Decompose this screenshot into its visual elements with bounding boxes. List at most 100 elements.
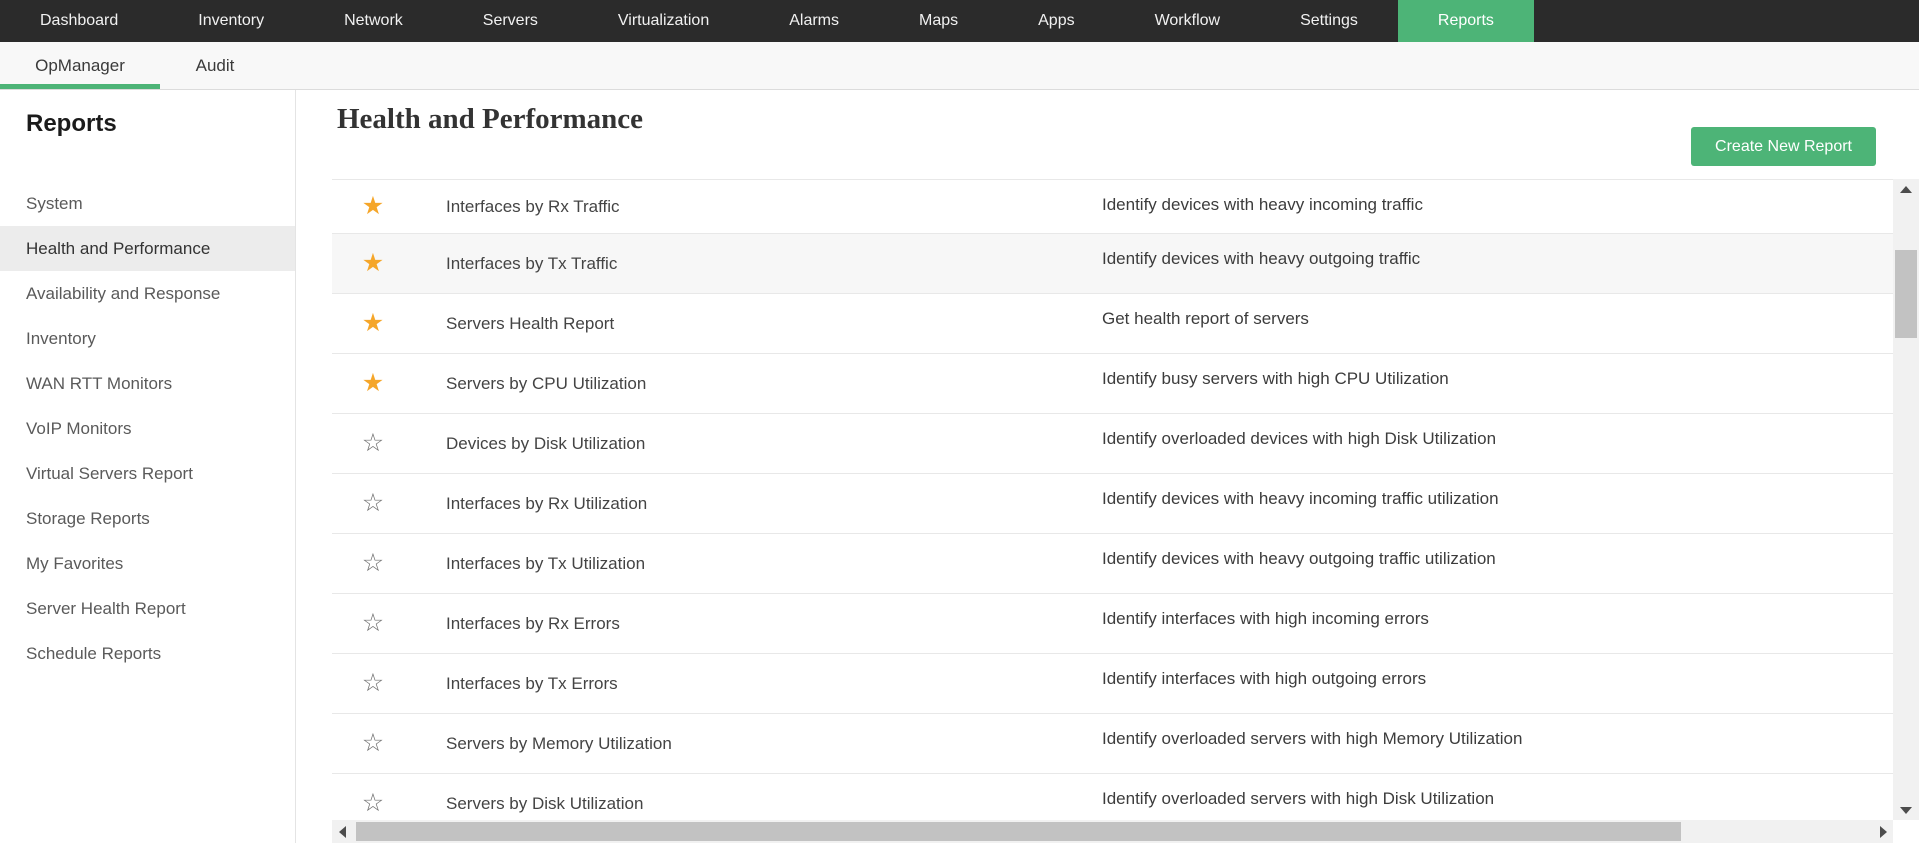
topnav-item[interactable]: Dashboard [0, 0, 158, 42]
report-row[interactable]: Servers Health Report Get health report … [332, 294, 1893, 354]
report-description: Identify overloaded devices with high Di… [1102, 429, 1497, 448]
sidebar-item[interactable]: VoIP Monitors [0, 406, 295, 451]
topnav-item[interactable]: Settings [1260, 0, 1398, 42]
report-row[interactable]: Servers by Disk Utilization Identify ove… [332, 774, 1893, 820]
sidebar-item-label: My Favorites [26, 553, 124, 573]
topnav-item[interactable]: Apps [998, 0, 1114, 42]
sidebar-item[interactable]: System [0, 181, 295, 226]
star-icon[interactable] [362, 729, 384, 757]
report-description: Identify busy servers with high CPU Util… [1102, 369, 1449, 388]
topnav-item[interactable]: Servers [443, 0, 578, 42]
scroll-up-icon[interactable] [1893, 179, 1919, 199]
favorite-cell [332, 192, 414, 220]
horizontal-scrollbar[interactable] [332, 820, 1893, 843]
report-description: Identify interfaces with high outgoing e… [1102, 669, 1427, 688]
vertical-scrollbar[interactable] [1893, 179, 1919, 820]
star-icon[interactable] [362, 309, 384, 337]
report-name[interactable]: Servers by CPU Utilization [414, 374, 1102, 394]
sidebar-item-label: Virtual Servers Report [26, 463, 193, 483]
report-name[interactable]: Interfaces by Tx Traffic [414, 254, 1102, 274]
favorite-cell [332, 669, 414, 697]
topnav-item-label: Workflow [1154, 12, 1221, 29]
sidebar-item-label: WAN RTT Monitors [26, 373, 173, 393]
report-row[interactable]: Interfaces by Tx Errors Identify interfa… [332, 654, 1893, 714]
report-name[interactable]: Interfaces by Rx Errors [414, 614, 1102, 634]
sidebar-item[interactable]: Virtual Servers Report [0, 451, 295, 496]
vertical-scrollbar-thumb[interactable] [1895, 250, 1917, 338]
topnav-item[interactable]: Alarms [749, 0, 879, 42]
star-icon[interactable] [362, 789, 384, 817]
report-description: Identify devices with heavy outgoing tra… [1102, 249, 1421, 268]
report-row[interactable]: Servers by Memory Utilization Identify o… [332, 714, 1893, 774]
favorite-cell [332, 549, 414, 577]
topnav-item-label: Virtualization [617, 12, 710, 29]
report-description: Identify devices with heavy outgoing tra… [1102, 549, 1496, 568]
star-icon[interactable] [362, 669, 384, 697]
sidebar-item-label: System [26, 193, 83, 213]
report-row[interactable]: Interfaces by Tx Utilization Identify de… [332, 534, 1893, 594]
topnav-item[interactable]: Workflow [1115, 0, 1261, 42]
star-icon[interactable] [362, 369, 384, 397]
sidebar-item-label: Availability and Response [26, 283, 221, 303]
scroll-right-icon[interactable] [1873, 820, 1893, 843]
topnav-item-label: Dashboard [40, 12, 119, 29]
reports-sidebar: Reports System Health and Performance Av… [0, 90, 296, 843]
report-row[interactable]: Servers by CPU Utilization Identify busy… [332, 354, 1893, 414]
report-row[interactable]: Interfaces by Rx Traffic Identify device… [332, 180, 1893, 234]
report-name[interactable]: Servers by Disk Utilization [414, 794, 1102, 814]
star-icon[interactable] [362, 192, 384, 220]
star-icon[interactable] [362, 489, 384, 517]
report-description: Get health report of servers [1102, 309, 1309, 328]
favorite-cell [332, 309, 414, 337]
scroll-down-icon[interactable] [1893, 800, 1919, 820]
report-name[interactable]: Servers Health Report [414, 314, 1102, 334]
sidebar-item[interactable]: Server Health Report [0, 586, 295, 631]
topnav-item[interactable]: Reports [1397, 0, 1534, 42]
sidebar-item[interactable]: Health and Performance [0, 226, 295, 271]
report-name[interactable]: Interfaces by Tx Utilization [414, 554, 1102, 574]
report-description: Identify overloaded servers with high Me… [1102, 729, 1523, 748]
top-navigation-bar: Dashboard Inventory Network Servers Virt… [0, 0, 1919, 42]
report-name[interactable]: Servers by Memory Utilization [414, 734, 1102, 754]
sidebar-item-label: Schedule Reports [26, 643, 162, 663]
scroll-left-icon[interactable] [332, 820, 352, 843]
star-icon[interactable] [362, 609, 384, 637]
horizontal-scrollbar-thumb[interactable] [356, 822, 1681, 841]
sidebar-item[interactable]: WAN RTT Monitors [0, 361, 295, 406]
create-new-report-button[interactable]: Create New Report [1691, 127, 1876, 166]
favorite-cell [332, 249, 414, 277]
sidebar-item[interactable]: Schedule Reports [0, 631, 295, 676]
report-name[interactable]: Interfaces by Rx Utilization [414, 494, 1102, 514]
sidebar-item[interactable]: Storage Reports [0, 496, 295, 541]
topnav-item-label: Settings [1300, 12, 1358, 29]
subnav-tab[interactable]: OpManager [0, 42, 160, 89]
star-icon[interactable] [362, 249, 384, 277]
topnav-item-label: Servers [482, 12, 538, 29]
topnav-item[interactable]: Inventory [158, 0, 304, 42]
report-row[interactable]: Interfaces by Rx Errors Identify interfa… [332, 594, 1893, 654]
report-row[interactable]: Devices by Disk Utilization Identify ove… [332, 414, 1893, 474]
favorite-cell [332, 609, 414, 637]
page-title: Health and Performance [337, 103, 644, 135]
report-name[interactable]: Interfaces by Rx Traffic [414, 197, 1102, 217]
subnav-tab[interactable]: Audit [160, 42, 270, 89]
favorite-cell [332, 729, 414, 757]
favorite-cell [332, 429, 414, 457]
report-description: Identify interfaces with high incoming e… [1102, 609, 1429, 628]
report-row[interactable]: Interfaces by Rx Utilization Identify de… [332, 474, 1893, 534]
star-icon[interactable] [362, 549, 384, 577]
topnav-item[interactable]: Maps [879, 0, 998, 42]
sidebar-item[interactable]: My Favorites [0, 541, 295, 586]
report-description: Identify devices with heavy incoming tra… [1102, 195, 1423, 214]
topnav-item-label: Inventory [198, 12, 265, 29]
topnav-item[interactable]: Network [304, 0, 443, 42]
report-name[interactable]: Devices by Disk Utilization [414, 434, 1102, 454]
sidebar-item[interactable]: Inventory [0, 316, 295, 361]
report-description: Identify devices with heavy incoming tra… [1102, 489, 1499, 508]
subnav-tab-label: Audit [195, 55, 235, 75]
sidebar-item[interactable]: Availability and Response [0, 271, 295, 316]
star-icon[interactable] [362, 429, 384, 457]
report-row[interactable]: Interfaces by Tx Traffic Identify device… [332, 234, 1893, 294]
topnav-item[interactable]: Virtualization [578, 0, 749, 42]
report-name[interactable]: Interfaces by Tx Errors [414, 674, 1102, 694]
